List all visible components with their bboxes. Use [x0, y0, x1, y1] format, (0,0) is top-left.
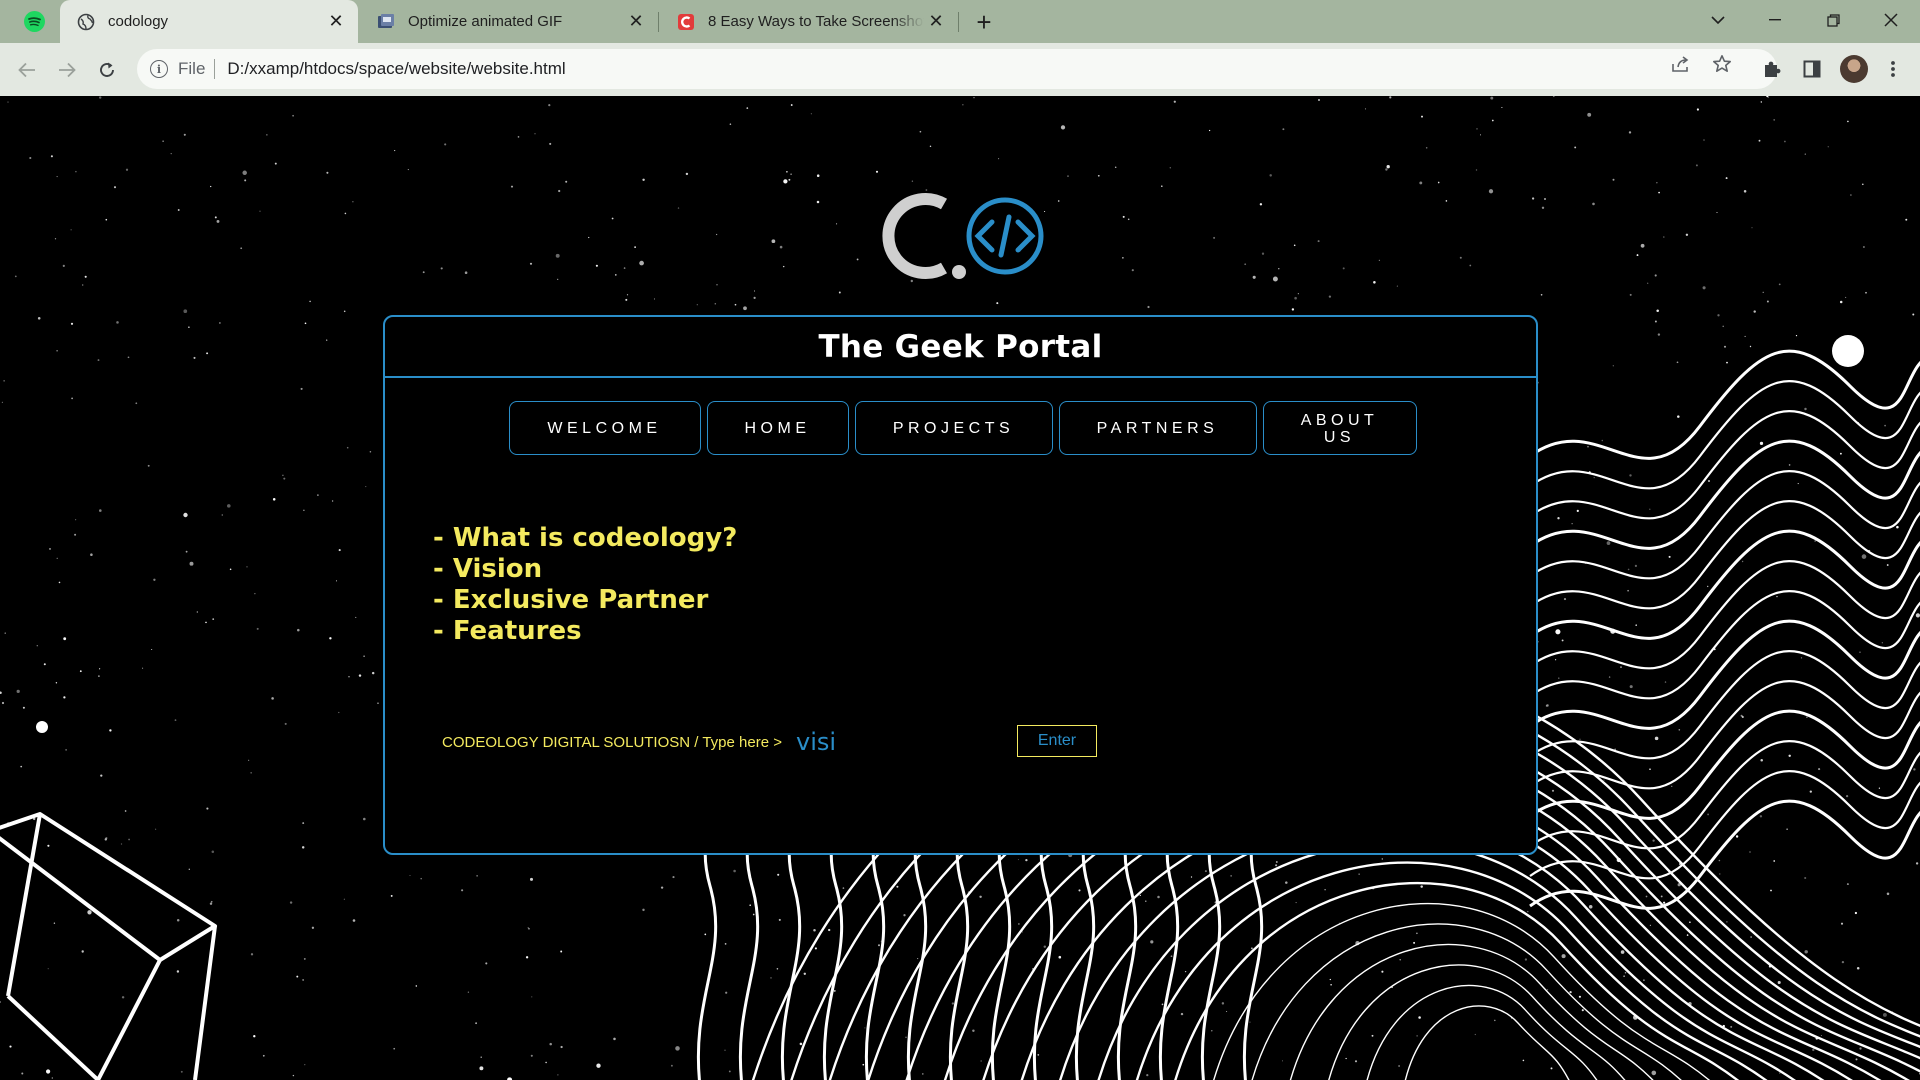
address-bar[interactable]: i File D:/xxamp/htdocs/space/website/web… — [137, 49, 1777, 89]
restore-icon[interactable] — [1810, 0, 1856, 40]
site-info-icon[interactable]: i — [150, 60, 168, 78]
url-text[interactable]: D:/xxamp/htdocs/space/website/website.ht… — [227, 59, 565, 79]
reload-icon[interactable] — [92, 55, 122, 85]
command-input[interactable] — [795, 727, 1011, 757]
url-scheme: File — [178, 59, 206, 78]
profile-avatar[interactable] — [1840, 55, 1868, 83]
main-nav: WELCOME HOME PROJECTS PARTNERS ABOUT US — [385, 401, 1536, 455]
minimize-icon[interactable] — [1752, 0, 1798, 40]
panel-header: The Geek Portal — [385, 317, 1536, 378]
nav-partners-button[interactable]: PARTNERS — [1058, 401, 1257, 455]
omnibox-divider — [214, 59, 216, 79]
prompt-label: CODEOLOGY DIGITAL SOLUTIOSN / Type here … — [442, 733, 782, 751]
tab-title: codology — [108, 13, 169, 30]
kebab-menu-icon[interactable] — [1880, 56, 1906, 82]
nav-home-button[interactable]: HOME — [706, 401, 849, 455]
portal-panel: The Geek Portal WELCOME HOME PROJECTS PA… — [383, 315, 1538, 855]
tab-codology[interactable]: codology ✕ — [60, 0, 358, 43]
list-item[interactable]: - Features — [433, 616, 737, 647]
page-viewport: The Geek Portal WELCOME HOME PROJECTS PA… — [0, 96, 1920, 1080]
globe-icon — [76, 12, 96, 32]
tab-screenshots[interactable]: 8 Easy Ways to Take Screenshots ✕ — [660, 0, 958, 43]
nav-projects-button[interactable]: PROJECTS — [854, 401, 1053, 455]
page-title: The Geek Portal — [818, 328, 1103, 365]
nav-welcome-button[interactable]: WELCOME — [508, 401, 701, 455]
command-prompt: CODEOLOGY DIGITAL SOLUTIOSN / Type here … — [442, 727, 1011, 757]
nav-about-us-button[interactable]: ABOUT US — [1262, 401, 1417, 455]
new-tab-button[interactable]: + — [970, 7, 998, 37]
tab-separator — [958, 12, 959, 32]
list-item[interactable]: - What is codeology? — [433, 523, 737, 554]
back-icon[interactable] — [12, 55, 42, 85]
codeology-logo — [882, 193, 1044, 279]
share-icon[interactable] — [1670, 53, 1692, 75]
close-icon[interactable]: ✕ — [924, 10, 948, 34]
side-panel-icon[interactable] — [1799, 56, 1825, 82]
extensions-icon[interactable] — [1759, 56, 1785, 82]
list-item[interactable]: - Vision — [433, 554, 737, 585]
close-icon[interactable]: ✕ — [324, 10, 348, 34]
gif-tool-icon — [376, 12, 396, 32]
bookmark-star-icon[interactable] — [1711, 53, 1733, 75]
close-window-icon[interactable] — [1868, 0, 1914, 40]
close-icon[interactable]: ✕ — [624, 10, 648, 34]
browser-toolbar: i File D:/xxamp/htdocs/space/website/web… — [0, 43, 1920, 96]
tab-title: 8 Easy Ways to Take Screenshots — [708, 13, 924, 30]
tab-strip: codology ✕ Optimize animated GIF ✕ 8 Eas… — [0, 0, 1920, 43]
forward-icon[interactable] — [52, 55, 82, 85]
tab-separator — [658, 12, 659, 32]
tab-title: Optimize animated GIF — [408, 13, 563, 30]
tab-search-icon[interactable] — [1695, 0, 1741, 40]
c-brand-icon — [676, 12, 696, 32]
tab-optimize-gif[interactable]: Optimize animated GIF ✕ — [360, 0, 658, 43]
topic-list: - What is codeology? - Vision - Exclusiv… — [433, 523, 737, 647]
list-item[interactable]: - Exclusive Partner — [433, 585, 737, 616]
enter-button[interactable]: Enter — [1017, 725, 1097, 757]
spotify-icon[interactable] — [24, 11, 45, 32]
